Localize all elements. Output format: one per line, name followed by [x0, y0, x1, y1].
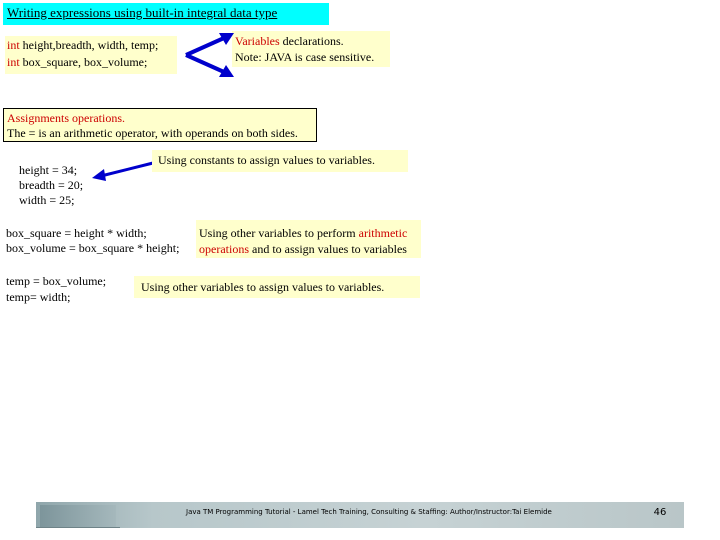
arrow-left-icon — [92, 161, 154, 181]
operations-highlight: operations — [199, 242, 249, 256]
arithmetic-highlight: arithmetic — [358, 226, 408, 240]
assignments-box: Assignments operations. The = is an arit… — [3, 108, 317, 142]
declarations-code: int height,breadth, width, temp; int box… — [5, 36, 177, 74]
assignments-heading: Assignments operations. — [7, 111, 125, 125]
code-line: height = 34; — [19, 163, 78, 177]
constants-note: Using constants to assign values to vari… — [152, 150, 408, 172]
arithmetic-note: Using other variables to perform arithme… — [196, 220, 421, 258]
code-line: temp = box_volume; — [6, 274, 107, 288]
page-number: 46 — [653, 507, 667, 518]
declaration-line-2: int box_square, box_volume; — [7, 54, 177, 71]
footer-text: Java TM Programming Tutorial - Lamel Tec… — [186, 508, 552, 516]
variables-highlight: Variables — [235, 34, 280, 48]
code-line: box_volume = box_square * height; — [6, 241, 180, 255]
declaration-text: box_square, box_volume; — [19, 55, 148, 69]
note-text: Using other variables to perform — [199, 226, 359, 240]
declaration-line-1: int height,breadth, width, temp; — [7, 37, 177, 54]
arrows-layer — [92, 33, 234, 181]
arithmetic-code: box_square = height * width; box_volume … — [6, 226, 196, 256]
int-keyword: int — [7, 38, 20, 52]
note-line-2: operations and to assign values to varia… — [199, 241, 421, 257]
variables-note: Using other variables to assign values t… — [134, 276, 420, 298]
code-line: breadth = 20; — [19, 178, 84, 192]
footer-decoration — [40, 505, 116, 527]
code-line: box_square = height * width; — [6, 226, 147, 240]
note-line-1: Variables declarations. — [235, 33, 390, 49]
note-line-2: Note: JAVA is case sensitive. — [235, 50, 375, 64]
temp-code: temp = box_volume; temp= width; — [6, 273, 126, 305]
int-keyword: int — [7, 55, 20, 69]
note-text: and to assign values to variables — [249, 242, 407, 256]
code-line: temp= width; — [6, 290, 71, 304]
declaration-text: height,breadth, width, temp; — [19, 38, 159, 52]
note-line-1: Using other variables to perform arithme… — [199, 225, 421, 241]
assignments-description: The = is an arithmetic operator, with op… — [7, 126, 298, 140]
constants-code: height = 34; breadth = 20; width = 25; — [19, 163, 89, 208]
footer-divider — [36, 527, 120, 528]
slide-title: Writing expressions using built-in integ… — [3, 3, 329, 25]
double-arrow-icon — [185, 33, 234, 77]
declarations-note: Variables declarations. Note: JAVA is ca… — [232, 31, 390, 67]
code-line: width = 25; — [19, 193, 75, 207]
note-text: declarations. — [279, 34, 344, 48]
